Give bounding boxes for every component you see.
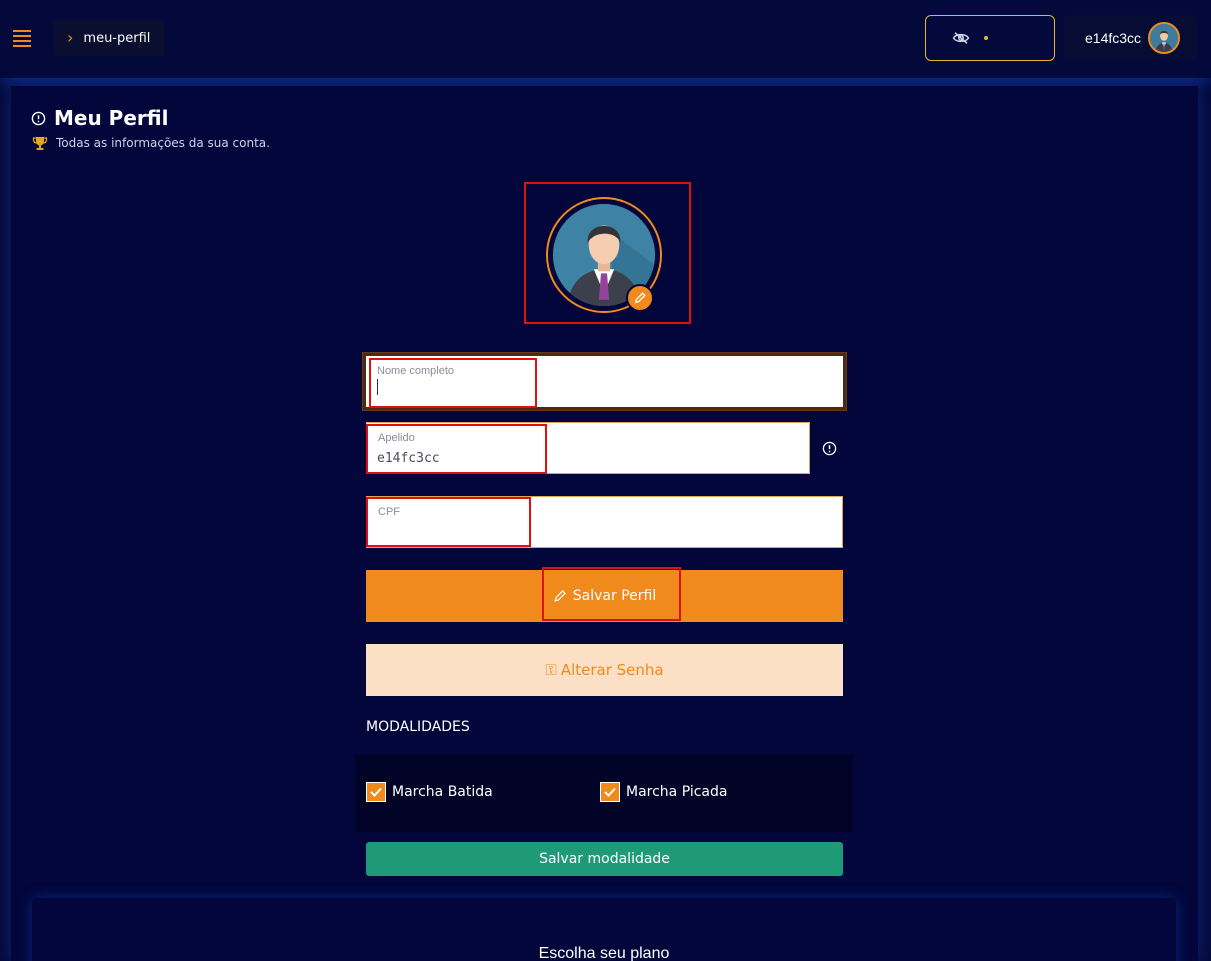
- save-profile-button[interactable]: Salvar Perfil: [366, 570, 843, 622]
- trophy-icon: [32, 137, 48, 150]
- nickname-input[interactable]: [377, 449, 677, 467]
- nickname-field[interactable]: Apelido: [366, 422, 810, 474]
- menu-icon[interactable]: [13, 30, 31, 47]
- save-modality-button[interactable]: Salvar modalidade: [366, 842, 843, 876]
- check-icon: [604, 787, 616, 797]
- breadcrumb-label: meu-perfil: [83, 30, 151, 46]
- top-bar: › meu-perfil e14fc3cc: [0, 0, 1211, 78]
- pencil-icon: [634, 292, 646, 304]
- modalities-title: MODALIDADES: [366, 719, 470, 735]
- text-cursor: [377, 379, 378, 395]
- modality-marcha-picada[interactable]: Marcha Picada: [600, 782, 727, 802]
- page-header: Meu Perfil: [31, 106, 168, 130]
- modality-label: Marcha Batida: [392, 784, 493, 800]
- cpf-input[interactable]: [377, 523, 677, 541]
- balance-dot: [984, 36, 988, 40]
- nickname-label: Apelido: [378, 432, 415, 444]
- balance-toggle[interactable]: [925, 15, 1055, 61]
- eye-off-icon[interactable]: [952, 31, 970, 45]
- change-password-button[interactable]: ⚿ Alterar Senha: [366, 644, 843, 696]
- checkbox[interactable]: [600, 782, 620, 802]
- fullname-input[interactable]: [376, 382, 676, 400]
- pencil-icon: [554, 590, 566, 602]
- page-subtitle-row: Todas as informações da sua conta.: [32, 135, 270, 151]
- plans-title: Escolha seu plano: [538, 945, 670, 961]
- info-icon: [31, 111, 46, 125]
- edit-avatar-button[interactable]: [626, 284, 654, 312]
- avatar[interactable]: [1148, 22, 1181, 54]
- key-icon: ⚿: [545, 661, 557, 679]
- fullname-label: Nome completo: [377, 365, 455, 377]
- cpf-label: CPF: [378, 506, 400, 518]
- chevron-right-icon: ›: [67, 28, 74, 47]
- user-menu[interactable]: e14fc3cc: [1064, 15, 1197, 61]
- checkbox[interactable]: [366, 782, 386, 802]
- page-title: Meu Perfil: [54, 106, 169, 130]
- modality-label: Marcha Picada: [626, 784, 728, 800]
- modality-marcha-batida[interactable]: Marcha Batida: [366, 782, 493, 802]
- check-icon: [370, 787, 382, 797]
- breadcrumb[interactable]: › meu-perfil: [53, 20, 164, 56]
- username-label: e14fc3cc: [1085, 30, 1142, 46]
- save-profile-label: Salvar Perfil: [572, 588, 657, 604]
- fullname-field[interactable]: Nome completo: [363, 353, 846, 410]
- cpf-field[interactable]: CPF: [366, 496, 843, 548]
- page-subtitle: Todas as informações da sua conta.: [56, 136, 270, 150]
- change-password-label: Alterar Senha: [560, 661, 664, 679]
- info-icon[interactable]: [822, 441, 837, 456]
